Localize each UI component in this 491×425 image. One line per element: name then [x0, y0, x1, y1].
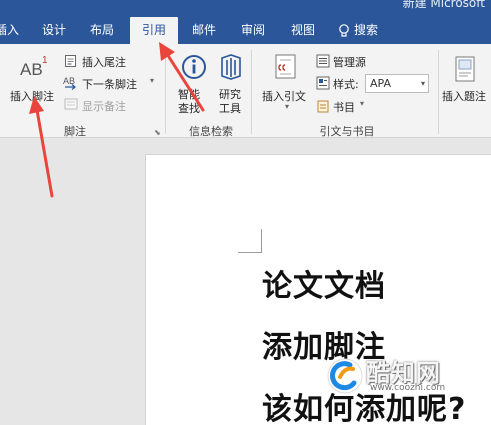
ribbon: AB 1 插入脚注 插入尾注 AB 下一条脚注 ▾ 显示备注 脚注 ⬊ 智能 查…: [0, 44, 491, 138]
bibliography-icon[interactable]: [316, 99, 330, 113]
group-separator: [165, 50, 166, 134]
insert-citation-dropdown-icon[interactable]: ▾: [285, 102, 289, 111]
tab-view[interactable]: 视图: [285, 17, 321, 44]
tab-review[interactable]: 审阅: [235, 17, 271, 44]
citation-style-value: APA: [370, 77, 391, 90]
search-label: 搜索: [354, 23, 379, 37]
lightbulb-icon: [339, 23, 349, 37]
researcher-label-2[interactable]: 工具: [219, 100, 241, 116]
insert-caption-icon[interactable]: [455, 56, 475, 82]
watermark-logo-icon: [327, 358, 363, 394]
insert-footnote-icon[interactable]: AB 1: [20, 55, 56, 82]
tab-layout[interactable]: 布局: [84, 17, 120, 44]
manage-sources-icon[interactable]: [316, 54, 330, 68]
group-separator: [251, 50, 252, 134]
next-footnote-dropdown-icon[interactable]: ▾: [150, 76, 154, 85]
insert-footnote-button[interactable]: 插入脚注: [10, 88, 54, 104]
citations-group-label: 引文与书目: [319, 125, 375, 138]
bibliography-button[interactable]: 书目: [333, 99, 355, 115]
show-notes-icon: [64, 98, 78, 110]
footnotes-group-label: 脚注: [64, 125, 86, 138]
tab-mailings[interactable]: 邮件: [186, 17, 222, 44]
group-separator: [438, 50, 439, 134]
insert-citation-icon[interactable]: [274, 54, 300, 80]
style-label: 样式:: [333, 78, 359, 91]
tab-design[interactable]: 设计: [36, 17, 72, 44]
research-group-label: 信息检索: [189, 125, 233, 138]
tab-tell-me-search[interactable]: 搜索: [338, 17, 390, 44]
smart-lookup-label-2[interactable]: 查找: [178, 100, 200, 116]
window-title: 新建 Microsoft: [402, 0, 485, 10]
footnotes-dialog-launcher-icon[interactable]: ⬊: [154, 128, 161, 137]
citation-style-icon: [316, 76, 330, 90]
insert-caption-button[interactable]: 插入题注: [442, 88, 486, 104]
insert-endnote-button[interactable]: 插入尾注: [82, 54, 126, 70]
show-notes-button: 显示备注: [82, 100, 126, 113]
researcher-icon[interactable]: [219, 54, 243, 80]
manage-sources-button[interactable]: 管理源: [333, 54, 366, 70]
tab-insert[interactable]: 插入: [0, 17, 22, 44]
ribbon-tab-bar: 新建 Microsoft 插入 设计 布局 引用 邮件 审阅 视图 搜索: [0, 0, 491, 44]
smart-lookup-icon[interactable]: [181, 54, 207, 80]
insert-endnote-icon[interactable]: [64, 54, 78, 68]
tab-references[interactable]: 引用: [130, 17, 178, 44]
next-footnote-icon[interactable]: AB: [63, 76, 81, 90]
citation-style-select[interactable]: APA ▾: [365, 74, 429, 93]
next-footnote-button[interactable]: 下一条脚注: [82, 76, 137, 92]
watermark-url: www.coozhi.com: [370, 383, 446, 393]
watermark: 酷知网 www.coozhi.com: [322, 353, 491, 405]
doc-line-title[interactable]: 论文文档: [262, 261, 386, 305]
margin-corner-mark: [238, 229, 262, 253]
bibliography-dropdown-icon[interactable]: ▾: [360, 99, 364, 108]
chevron-down-icon: ▾: [420, 79, 425, 88]
insert-citation-button[interactable]: 插入引文: [262, 88, 306, 104]
